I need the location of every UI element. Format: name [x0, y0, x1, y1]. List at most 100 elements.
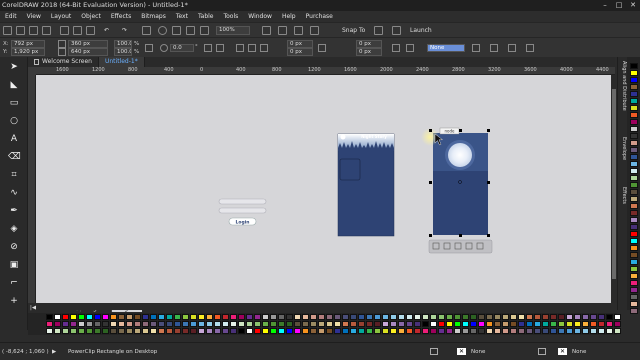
- color-swatch[interactable]: [366, 328, 373, 334]
- color-swatch[interactable]: [630, 70, 638, 76]
- color-swatch[interactable]: [190, 328, 197, 334]
- convert-to-curves-icon[interactable]: [508, 44, 516, 52]
- color-swatch[interactable]: [182, 328, 189, 334]
- color-swatch[interactable]: [70, 314, 77, 320]
- color-swatch[interactable]: [630, 133, 638, 139]
- color-swatch[interactable]: [502, 321, 509, 327]
- color-swatch[interactable]: [414, 321, 421, 327]
- color-swatch[interactable]: [374, 321, 381, 327]
- delete-tool-icon[interactable]: ⌫: [8, 151, 21, 163]
- color-swatch[interactable]: [582, 328, 589, 334]
- color-swatch[interactable]: [270, 328, 277, 334]
- color-swatch[interactable]: [78, 314, 85, 320]
- color-swatch[interactable]: [326, 321, 333, 327]
- color-swatch[interactable]: [494, 321, 501, 327]
- color-swatch[interactable]: [150, 314, 157, 320]
- zoom-level-select[interactable]: 100%: [216, 26, 250, 35]
- crop-tool-icon[interactable]: ⌗: [8, 169, 20, 181]
- color-swatch[interactable]: [342, 328, 349, 334]
- color-swatch[interactable]: [518, 314, 525, 320]
- wireframe-view-icon[interactable]: [262, 26, 271, 35]
- y-position-field[interactable]: 1,920 px: [11, 48, 45, 56]
- color-swatch[interactable]: [94, 321, 101, 327]
- color-swatch[interactable]: [526, 328, 533, 334]
- color-swatch[interactable]: [334, 328, 341, 334]
- handle-middle-left[interactable]: [429, 181, 432, 184]
- color-swatch[interactable]: [286, 321, 293, 327]
- export-icon[interactable]: [172, 26, 181, 35]
- color-swatch[interactable]: [270, 314, 277, 320]
- color-swatch[interactable]: [406, 328, 413, 334]
- color-swatch[interactable]: [334, 314, 341, 320]
- color-swatch[interactable]: [318, 328, 325, 334]
- color-swatch[interactable]: [382, 314, 389, 320]
- color-swatch[interactable]: [70, 328, 77, 334]
- menu-view[interactable]: View: [22, 11, 46, 22]
- color-swatch[interactable]: [230, 321, 237, 327]
- color-swatch[interactable]: [470, 321, 477, 327]
- color-swatch[interactable]: [54, 314, 61, 320]
- color-swatch[interactable]: [102, 328, 109, 334]
- corner-radius-1[interactable]: 0 px: [287, 40, 313, 48]
- color-swatch[interactable]: [470, 328, 477, 334]
- ellipse-tool-icon[interactable]: ○: [8, 115, 20, 127]
- color-swatch[interactable]: [278, 321, 285, 327]
- color-swatch[interactable]: [398, 321, 405, 327]
- color-swatch[interactable]: [206, 321, 213, 327]
- to-front-icon[interactable]: [472, 44, 480, 52]
- color-swatch[interactable]: [518, 328, 525, 334]
- password-field-shape[interactable]: [218, 207, 267, 214]
- to-back-icon[interactable]: [490, 44, 498, 52]
- color-swatch[interactable]: [62, 321, 69, 327]
- night-story-page-2[interactable]: node: [421, 127, 490, 237]
- color-swatch[interactable]: [558, 321, 565, 327]
- color-swatch[interactable]: [550, 314, 557, 320]
- color-swatch[interactable]: [422, 321, 429, 327]
- color-swatch[interactable]: [246, 314, 253, 320]
- color-swatch[interactable]: [566, 328, 573, 334]
- full-screen-icon[interactable]: [200, 26, 209, 35]
- color-swatch[interactable]: [630, 294, 638, 300]
- color-swatch[interactable]: [318, 321, 325, 327]
- color-swatch[interactable]: [374, 314, 381, 320]
- color-swatch[interactable]: [438, 314, 445, 320]
- color-swatch[interactable]: [142, 321, 149, 327]
- color-swatch[interactable]: [70, 321, 77, 327]
- lock-ratio-icon[interactable]: [145, 44, 153, 52]
- color-swatch[interactable]: [446, 328, 453, 334]
- color-swatch[interactable]: [630, 280, 638, 286]
- color-swatch[interactable]: [198, 314, 205, 320]
- text-tool-icon[interactable]: A: [8, 133, 20, 145]
- color-swatch[interactable]: [110, 328, 117, 334]
- color-swatch[interactable]: [190, 321, 197, 327]
- width-field[interactable]: 360 px: [68, 40, 108, 48]
- color-swatch[interactable]: [406, 321, 413, 327]
- open-icon[interactable]: [16, 26, 25, 35]
- rulers-icon[interactable]: [278, 26, 287, 35]
- powerclip-floating-toolbar[interactable]: [428, 239, 493, 254]
- color-swatch[interactable]: [630, 301, 638, 307]
- freehand-tool-icon[interactable]: ∿: [8, 187, 20, 199]
- color-swatch[interactable]: [358, 328, 365, 334]
- color-swatch[interactable]: [630, 266, 638, 272]
- ruler-origin[interactable]: [28, 67, 36, 75]
- color-swatch[interactable]: [254, 321, 261, 327]
- color-swatch[interactable]: [446, 321, 453, 327]
- color-swatch[interactable]: [158, 314, 165, 320]
- relative-corner-icon[interactable]: [392, 44, 400, 52]
- color-swatch[interactable]: [510, 321, 517, 327]
- color-swatch[interactable]: [486, 314, 493, 320]
- handle-bottom-left[interactable]: [429, 234, 432, 237]
- color-swatch[interactable]: [630, 126, 638, 132]
- color-swatch[interactable]: [614, 314, 621, 320]
- snap-to-dropdown[interactable]: Snap To: [342, 26, 365, 35]
- menu-table[interactable]: Table: [193, 11, 219, 22]
- color-swatch[interactable]: [574, 314, 581, 320]
- color-swatch[interactable]: [366, 314, 373, 320]
- menu-bitmaps[interactable]: Bitmaps: [136, 11, 171, 22]
- color-swatch[interactable]: [78, 321, 85, 327]
- color-swatch[interactable]: [110, 321, 117, 327]
- color-swatch[interactable]: [630, 84, 638, 90]
- scale-x-field[interactable]: 100.0: [114, 40, 132, 48]
- connector-tool-icon[interactable]: ⌐: [8, 277, 20, 289]
